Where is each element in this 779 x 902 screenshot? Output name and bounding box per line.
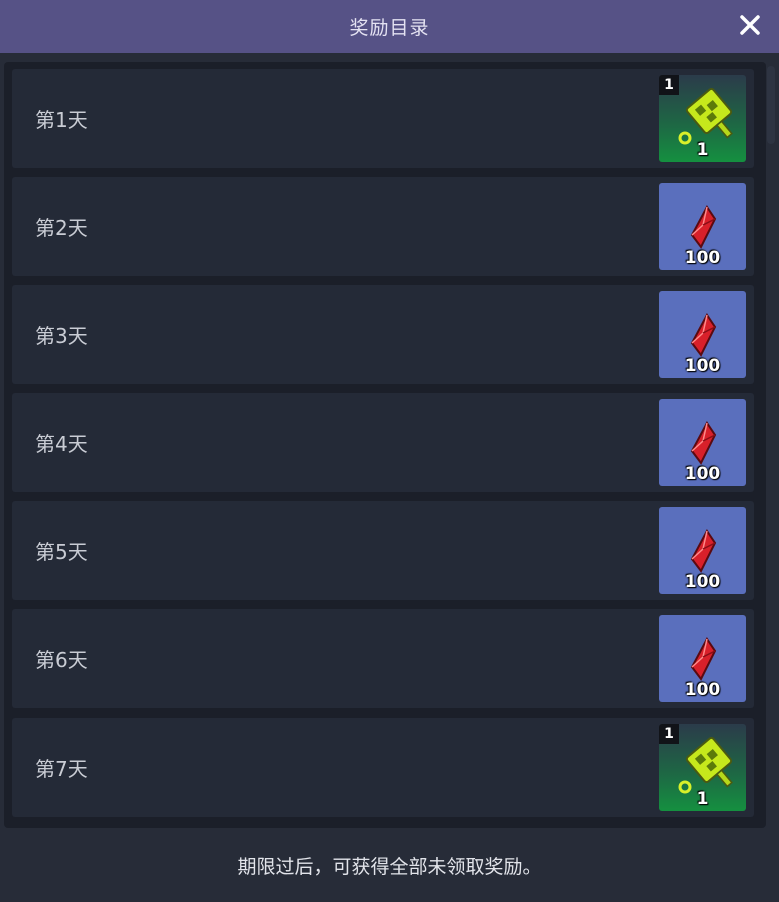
- count-badge: 1: [659, 724, 679, 744]
- scrollbar-thumb[interactable]: [767, 66, 775, 144]
- reward-item[interactable]: 1 1: [659, 75, 746, 162]
- list-item: 第2天 100: [12, 177, 754, 276]
- list-item: 第1天 1 1: [12, 69, 754, 168]
- reward-item[interactable]: 100: [659, 399, 746, 486]
- day-label: 第4天: [35, 432, 88, 456]
- close-button[interactable]: [733, 8, 767, 42]
- reward-item[interactable]: 100: [659, 507, 746, 594]
- list-item: 第7天 1 1: [12, 718, 754, 817]
- count-badge: 1: [659, 75, 679, 95]
- footer-note: 期限过后，可获得全部未领取奖励。: [237, 855, 542, 878]
- reward-quantity: 100: [684, 464, 721, 484]
- day-label: 第7天: [35, 757, 88, 781]
- reward-quantity: 1: [696, 789, 709, 809]
- list-item: 第5天 100: [12, 501, 754, 600]
- reward-quantity: 100: [684, 356, 721, 376]
- reward-quantity: 1: [696, 140, 709, 160]
- reward-quantity: 100: [684, 572, 721, 592]
- reward-quantity: 100: [684, 248, 721, 268]
- list-item: 第6天 100: [12, 609, 754, 708]
- day-label: 第6天: [35, 648, 88, 672]
- dialog-header: 奖励目录: [0, 0, 779, 53]
- reward-item[interactable]: 1 1: [659, 724, 746, 811]
- dialog-title: 奖励目录: [349, 17, 430, 39]
- reward-item[interactable]: 100: [659, 615, 746, 702]
- day-label: 第3天: [35, 324, 88, 348]
- reward-item[interactable]: 100: [659, 183, 746, 270]
- reward-quantity: 100: [684, 680, 721, 700]
- day-label: 第2天: [35, 216, 88, 240]
- list-item: 第3天 100: [12, 285, 754, 384]
- day-label: 第1天: [35, 108, 88, 132]
- close-icon: [740, 15, 760, 35]
- reward-item[interactable]: 100: [659, 291, 746, 378]
- day-label: 第5天: [35, 540, 88, 564]
- list-item: 第4天 100: [12, 393, 754, 492]
